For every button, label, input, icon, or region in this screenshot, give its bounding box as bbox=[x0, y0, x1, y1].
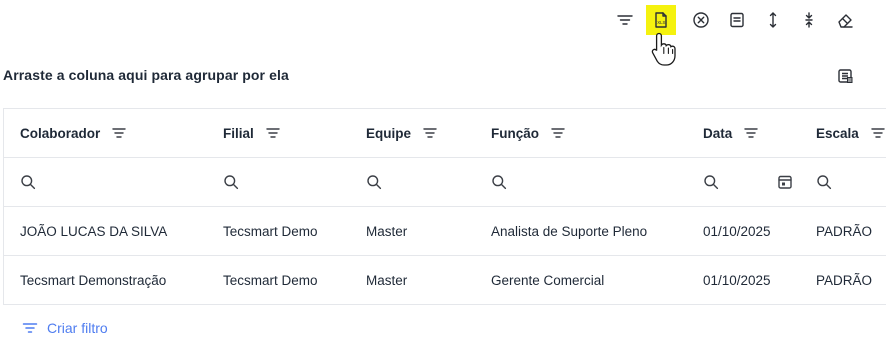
cell-colaborador: JOÃO LUCAS DA SILVA bbox=[20, 223, 168, 239]
eraser-button[interactable] bbox=[830, 5, 860, 35]
eraser-icon bbox=[838, 14, 853, 28]
columns-icon bbox=[730, 12, 744, 28]
search-icon bbox=[223, 174, 239, 190]
search-icon bbox=[20, 174, 36, 190]
filter-icon bbox=[22, 323, 38, 333]
table-row[interactable]: Tecsmart Demonstração Tecsmart Demo Mast… bbox=[4, 256, 886, 305]
cell-equipe: Master bbox=[366, 223, 408, 239]
list-settings-icon bbox=[838, 69, 853, 83]
column-menu-icon[interactable] bbox=[551, 126, 565, 140]
column-menu-icon[interactable] bbox=[423, 126, 437, 140]
clear-filters-button[interactable] bbox=[686, 5, 716, 35]
filter-icon bbox=[617, 15, 633, 25]
filter-button[interactable] bbox=[610, 5, 640, 35]
create-filter-label: Criar filtro bbox=[47, 320, 108, 336]
create-filter-button[interactable]: Criar filtro bbox=[22, 320, 108, 336]
column-header-funcao[interactable]: Função bbox=[491, 109, 565, 157]
cell-filial: Tecsmart Demo bbox=[223, 223, 318, 239]
export-xls-label: XLS bbox=[657, 20, 665, 25]
filter-equipe[interactable] bbox=[366, 158, 382, 206]
column-header-filial[interactable]: Filial bbox=[223, 109, 280, 157]
column-chooser-toggle[interactable] bbox=[833, 64, 857, 88]
column-header-equipe[interactable]: Equipe bbox=[366, 109, 437, 157]
filter-colaborador[interactable] bbox=[20, 158, 36, 206]
column-header-label: Data bbox=[703, 125, 733, 141]
cell-filial: Tecsmart Demo bbox=[223, 272, 318, 288]
cell-funcao: Analista de Suporte Pleno bbox=[491, 223, 648, 239]
column-header-label: Escala bbox=[816, 125, 859, 141]
cell-colaborador: Tecsmart Demonstração bbox=[20, 272, 167, 288]
group-panel-hint: Arraste a coluna aqui para agrupar por e… bbox=[3, 67, 289, 83]
grid-toolbar: XLS bbox=[0, 0, 886, 66]
hand-cursor-icon bbox=[651, 32, 676, 66]
search-icon bbox=[366, 174, 382, 190]
cell-escala: PADRÃO bbox=[816, 223, 873, 239]
table-row[interactable]: JOÃO LUCAS DA SILVA Tecsmart Demo Master… bbox=[4, 207, 886, 256]
filter-funcao[interactable] bbox=[491, 158, 507, 206]
cell-data: 01/10/2025 bbox=[703, 272, 771, 288]
expand-rows-icon bbox=[769, 12, 777, 28]
export-xls-button[interactable]: XLS bbox=[646, 5, 676, 35]
column-header-colaborador[interactable]: Colaborador bbox=[20, 109, 126, 157]
column-header-label: Função bbox=[491, 125, 540, 141]
column-header-label: Filial bbox=[223, 125, 254, 141]
column-header-escala[interactable]: Escala bbox=[816, 109, 885, 157]
column-header-label: Colaborador bbox=[20, 125, 101, 141]
column-header-label: Equipe bbox=[366, 125, 412, 141]
filter-escala[interactable] bbox=[816, 158, 832, 206]
column-menu-icon[interactable] bbox=[871, 126, 885, 140]
search-icon bbox=[491, 174, 507, 190]
filter-data[interactable] bbox=[703, 158, 719, 206]
column-menu-icon[interactable] bbox=[744, 126, 758, 140]
close-circle-icon bbox=[693, 12, 709, 28]
cell-data: 01/10/2025 bbox=[703, 223, 771, 239]
column-header-data[interactable]: Data bbox=[703, 109, 758, 157]
search-icon bbox=[703, 174, 719, 190]
calendar-icon[interactable] bbox=[777, 174, 793, 190]
export-xls-icon: XLS bbox=[655, 12, 667, 28]
collapse-rows-icon bbox=[805, 12, 813, 28]
cell-equipe: Master bbox=[366, 272, 408, 288]
cell-escala: PADRÃO bbox=[816, 272, 873, 288]
column-menu-icon[interactable] bbox=[112, 126, 126, 140]
data-grid: Colaborador Filial Equipe Função Data Es… bbox=[3, 108, 886, 305]
cell-funcao: Gerente Comercial bbox=[491, 272, 605, 288]
collapse-rows-button[interactable] bbox=[794, 5, 824, 35]
filter-row bbox=[4, 158, 886, 207]
column-chooser-button[interactable] bbox=[722, 5, 752, 35]
search-icon bbox=[816, 174, 832, 190]
column-menu-icon[interactable] bbox=[266, 126, 280, 140]
filter-filial[interactable] bbox=[223, 158, 239, 206]
header-row: Colaborador Filial Equipe Função Data Es… bbox=[4, 109, 886, 158]
expand-rows-button[interactable] bbox=[758, 5, 788, 35]
